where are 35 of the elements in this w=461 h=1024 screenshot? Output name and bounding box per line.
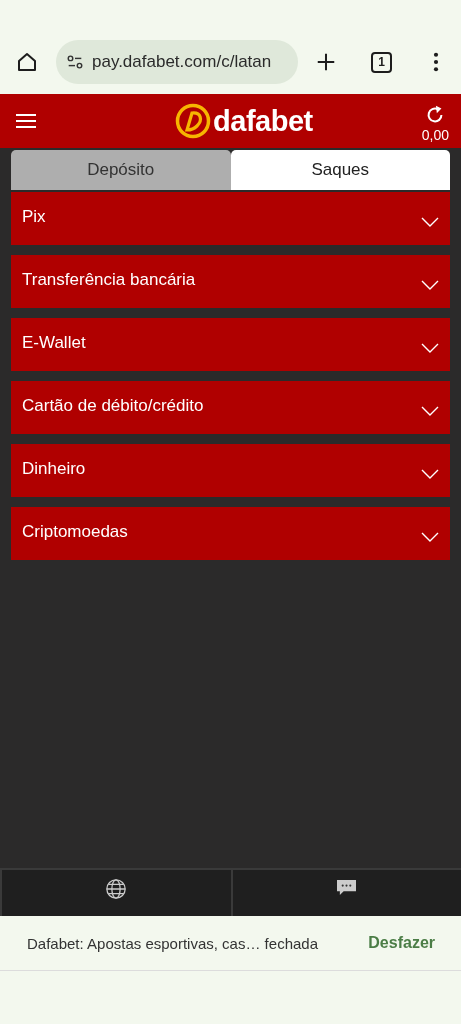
tab-count-button[interactable]: 1 [371, 51, 392, 73]
menu-icon[interactable] [16, 113, 36, 129]
menu-dots-icon[interactable] [433, 52, 439, 72]
payment-method-label: Transferência bancária [22, 270, 196, 290]
address-bar[interactable]: pay.dafabet.com/c/latan [56, 40, 298, 84]
payment-method-row[interactable]: Pix [11, 192, 450, 245]
home-icon[interactable] [15, 50, 39, 74]
balance-amount: 0,00 [421, 126, 449, 143]
payment-method-label: Criptomoedas [22, 522, 128, 542]
payment-method-label: Pix [22, 207, 46, 227]
logo-text: dafabet [213, 104, 313, 138]
logo-icon [175, 103, 212, 139]
chevron-icon [421, 280, 439, 290]
undo-button[interactable]: Desfazer [368, 934, 435, 952]
payment-method-label: E-Wallet [22, 333, 86, 353]
snackbar-message: Dafabet: Apostas esportivas, cas… fechada [27, 934, 318, 952]
payment-method-row[interactable]: Cartão de débito/crédito [11, 381, 450, 434]
payment-method-row[interactable]: Transferência bancária [11, 255, 450, 308]
plus-icon[interactable] [315, 51, 337, 73]
chevron-icon [421, 217, 439, 227]
tab[interactable]: Depósito [11, 150, 231, 190]
globe-icon [105, 878, 128, 900]
payment-method-label: Cartão de débito/crédito [22, 396, 204, 416]
chevron-icon [421, 469, 439, 479]
chevron-icon [421, 406, 439, 416]
payment-method-label: Dinheiro [22, 459, 86, 479]
chevron-icon [421, 532, 439, 542]
site-settings-icon[interactable] [66, 53, 84, 71]
payment-method-row[interactable]: Dinheiro [11, 444, 450, 497]
url-text: pay.dafabet.com/c/latan [92, 52, 272, 72]
payment-method-row[interactable]: Criptomoedas [11, 507, 450, 560]
chevron-icon [421, 343, 439, 353]
payment-method-row[interactable]: E-Wallet [11, 318, 450, 371]
chat-icon [336, 878, 358, 897]
tab[interactable]: Saques [230, 150, 450, 190]
